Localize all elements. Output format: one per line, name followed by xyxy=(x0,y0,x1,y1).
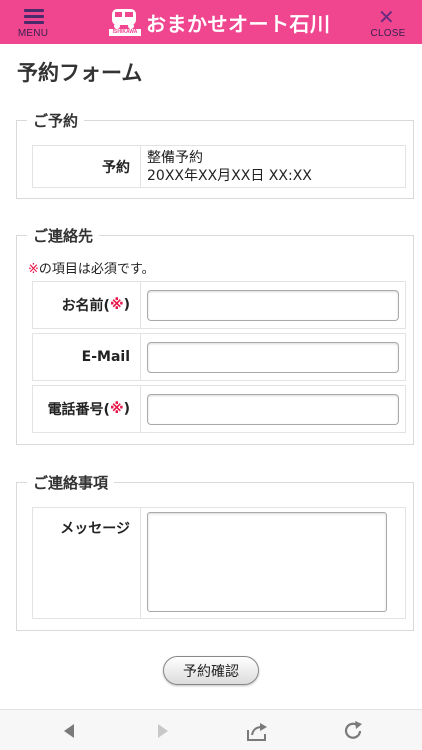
email-label: E-Mail xyxy=(33,334,141,380)
reservation-section: ご予約 予約 整備予約 20XX年XX月XX日 XX:XX xyxy=(16,110,414,199)
name-required-mark: ※ xyxy=(109,297,124,313)
name-row: お名前(※) xyxy=(32,281,406,329)
email-row: E-Mail xyxy=(32,333,406,381)
reload-icon[interactable] xyxy=(342,720,366,742)
message-label: メッセージ xyxy=(33,508,141,618)
reservation-label: 予約 xyxy=(33,146,141,187)
forward-arrow-icon[interactable] xyxy=(150,720,174,742)
close-icon: ✕ xyxy=(378,5,395,29)
message-cell xyxy=(141,508,405,618)
required-mark: ※ xyxy=(28,262,39,277)
notes-section: ご連絡事項 メッセージ xyxy=(16,472,414,631)
contact-section: ご連絡先 ※の項目は必須です。 お名前(※) E-Mail 電話番号(※) xyxy=(16,225,414,445)
phone-required-mark: ※ xyxy=(109,401,124,417)
notes-legend: ご連絡事項 xyxy=(27,472,115,493)
phone-cell xyxy=(141,386,405,432)
required-note: ※の項目は必須です。 xyxy=(28,258,155,277)
menu-label: MENU xyxy=(17,28,49,39)
message-textarea[interactable] xyxy=(147,512,387,612)
reservation-datetime: 20XX年XX月XX日 XX:XX xyxy=(147,167,312,184)
car-logo-icon: ISHIKAWA xyxy=(108,6,144,38)
menu-button[interactable]: MENU xyxy=(3,0,63,44)
page-title: 予約フォーム xyxy=(17,61,143,85)
reservation-legend: ご予約 xyxy=(27,110,85,131)
email-input[interactable] xyxy=(147,341,399,373)
message-row: メッセージ xyxy=(32,507,406,619)
browser-toolbar xyxy=(0,709,422,750)
brand-logo[interactable]: ISHIKAWA おまかせオート石川 xyxy=(108,6,331,38)
app-header: MENU ISHIKAWA おまかせオート石川 ✕ CLOSE xyxy=(0,0,422,44)
contact-legend: ご連絡先 xyxy=(27,225,100,246)
share-icon[interactable] xyxy=(245,720,269,742)
name-label: お名前(※) xyxy=(33,282,141,328)
name-input[interactable] xyxy=(147,289,399,321)
name-label-text: お名前( xyxy=(61,298,110,314)
phone-label: 電話番号(※) xyxy=(33,386,141,432)
phone-label-close: ) xyxy=(123,401,130,417)
name-label-close: ) xyxy=(123,297,130,313)
brand-sub-text: ISHIKAWA xyxy=(112,29,138,35)
phone-input[interactable] xyxy=(147,393,399,425)
confirm-reservation-button[interactable]: 予約確認 xyxy=(163,656,259,685)
hamburger-icon xyxy=(24,9,44,24)
reservation-row: 予約 整備予約 20XX年XX月XX日 XX:XX xyxy=(32,145,406,188)
phone-label-text: 電話番号( xyxy=(47,402,110,418)
brand-name: おまかせオート石川 xyxy=(146,11,331,36)
name-cell xyxy=(141,282,405,328)
close-label: CLOSE xyxy=(370,28,406,39)
back-arrow-icon[interactable] xyxy=(58,720,82,742)
reservation-details: 整備予約 20XX年XX月XX日 XX:XX xyxy=(141,146,405,187)
email-cell xyxy=(141,334,405,380)
close-button[interactable]: ✕ CLOSE xyxy=(358,0,418,44)
phone-row: 電話番号(※) xyxy=(32,385,406,433)
required-note-text: の項目は必須です。 xyxy=(38,262,155,277)
reservation-service: 整備予約 xyxy=(147,149,203,166)
